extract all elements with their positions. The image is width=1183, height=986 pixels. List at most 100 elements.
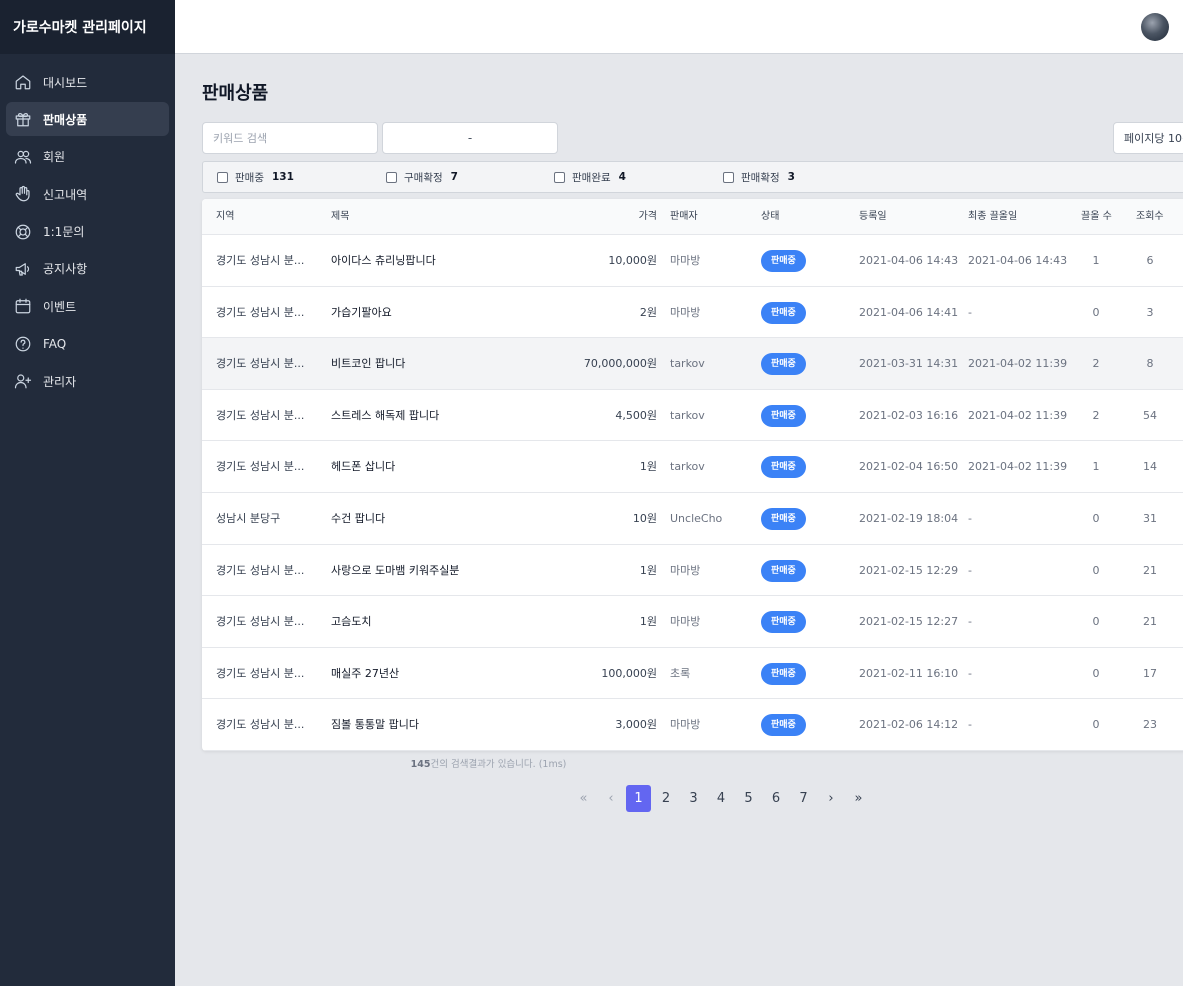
cell-price: 1원 [639, 563, 657, 577]
table-row[interactable]: 경기도 성남시 분... 비트코인 팝니다 70,000,000원 tarkov 판매중… [202, 338, 1183, 390]
cell-price: 10,000원 [608, 254, 657, 267]
prev-page-button[interactable]: ‹ [599, 785, 624, 812]
table-row[interactable]: 경기도 성남시 분... 가습기팔아요 2원 마마방 판매중 2021-04-06 14:… [202, 287, 1183, 339]
result-summary: 145건의 검색결과가 있습니다. (1ms) [202, 756, 775, 770]
cell-views: 31 [1143, 512, 1157, 525]
cell-region: 경기도 성남시 분... [216, 718, 305, 732]
table-header: 지역 제목 가격 판매자 상태 등록일 최종 끌올일 끌올 수 조회수 [202, 199, 1183, 235]
sidebar-item-label: 신고내역 [43, 187, 88, 202]
sidebar-item-inquiry[interactable]: 1:1문의 [6, 215, 169, 249]
column-header-last-bumped[interactable]: 최종 끌올일 [968, 199, 1017, 235]
cell-bump-count: 0 [1092, 512, 1100, 525]
checkbox[interactable] [386, 171, 397, 183]
sidebar-item-reports[interactable]: 신고내역 [6, 177, 169, 211]
date-range-picker[interactable]: - [382, 122, 558, 154]
sidebar-item-label: 이벤트 [43, 299, 77, 314]
table-row[interactable]: 성남시 분당구 수건 팝니다 10원 UncleCho 판매중 2021-02-19 18… [202, 493, 1183, 545]
app-title[interactable]: 가로수마켓 관리페이지 [0, 0, 175, 54]
column-header-seller[interactable]: 판매자 [670, 199, 698, 235]
filter-count: 131 [271, 171, 294, 183]
table-row[interactable]: 경기도 성남시 분... 스트레스 해독제 팝니다 4,500원 tarkov 판매중 2… [202, 390, 1183, 442]
home-icon [14, 73, 32, 91]
sidebar-item-label: 대시보드 [43, 75, 88, 90]
status-badge: 판매중 [761, 714, 806, 737]
sidebar-item-notice[interactable]: 공지사항 [6, 252, 169, 286]
sidebar-item-events[interactable]: 이벤트 [6, 289, 169, 323]
cell-status: 판매중 [761, 699, 806, 750]
cell-price: 70,000,000원 [583, 357, 657, 371]
column-header-status[interactable]: 상태 [761, 199, 779, 235]
checkbox[interactable] [554, 171, 565, 183]
cell-last-bumped: 2021-04-02 11:39 [968, 408, 1068, 422]
megaphone-icon [14, 260, 32, 278]
cell-price: 1원 [639, 460, 657, 474]
next-page-button[interactable]: › [819, 785, 844, 812]
column-header-region[interactable]: 지역 [216, 199, 234, 235]
checkbox[interactable] [723, 171, 734, 183]
cell-bump-count: 1 [1092, 460, 1100, 474]
filter-purchase-confirmed[interactable]: 구매확정 7 [386, 162, 458, 192]
page-button[interactable]: 1 [626, 784, 651, 812]
cell-region: 경기도 성남시 분... [216, 305, 305, 319]
page-title: 판매상품 [202, 83, 269, 104]
cell-status: 판매중 [761, 441, 806, 492]
table-row[interactable]: 경기도 성남시 분... 헤드폰 삽니다 1원 tarkov 판매중 2021-02-04… [202, 441, 1183, 493]
hand-icon [14, 185, 32, 203]
page-button[interactable]: 5 [736, 785, 761, 812]
page-button[interactable]: 4 [709, 785, 734, 812]
page-button[interactable]: 7 [791, 785, 816, 812]
search-input[interactable] [202, 122, 378, 154]
table-row[interactable]: 경기도 성남시 분... 사랑으로 도마뱀 키워주실분 1원 마마방 판매중 2021-0… [202, 545, 1183, 597]
filter-count: 3 [787, 171, 795, 183]
avatar[interactable] [1141, 13, 1169, 41]
column-header-views[interactable]: 조회수 [1136, 199, 1164, 235]
cell-status: 판매중 [761, 287, 806, 338]
page-button[interactable]: 3 [681, 785, 706, 812]
table-row[interactable]: 경기도 성남시 분... 아이다스 츄리닝팝니다 10,000원 마마방 판매중 2021… [202, 235, 1183, 287]
table-row[interactable]: 경기도 성남시 분... 짐볼 통통말 팝니다 3,000원 마마방 판매중 2021-0… [202, 699, 1183, 751]
page-button[interactable]: 2 [654, 785, 679, 812]
column-header-bump-count[interactable]: 끌올 수 [1081, 199, 1112, 235]
topbar [175, 0, 1183, 54]
checkbox[interactable] [217, 171, 228, 183]
cell-registered: 2021-02-11 16:10 [859, 666, 959, 680]
cell-title: 짐볼 통통말 팝니다 [331, 718, 419, 732]
filter-sold[interactable]: 판매완료 4 [554, 162, 626, 192]
sidebar-item-dashboard[interactable]: 대시보드 [6, 65, 169, 99]
sidebar-item-products[interactable]: 판매상품 [6, 102, 169, 137]
users-icon [14, 148, 32, 166]
sidebar-item-faq[interactable]: FAQ [6, 327, 169, 361]
cell-bump-count: 2 [1092, 357, 1100, 371]
sidebar-item-members[interactable]: 회원 [6, 140, 169, 174]
per-page-select[interactable]: 페이지당 10건 [1113, 122, 1183, 154]
cell-title: 스트레스 해독제 팝니다 [331, 408, 440, 422]
filter-sale-confirmed[interactable]: 판매확정 3 [723, 162, 795, 192]
cell-price: 3,000원 [615, 718, 657, 732]
cell-last-bumped: - [968, 512, 972, 525]
sidebar-item-admin[interactable]: 관리자 [6, 364, 169, 398]
cell-seller: UncleCho [670, 512, 723, 525]
cell-views: 3 [1146, 305, 1154, 319]
column-header-registered[interactable]: 등록일 [859, 199, 887, 235]
status-badge: 판매중 [761, 662, 806, 685]
last-page-button[interactable]: » [846, 785, 871, 812]
status-badge: 판매중 [761, 404, 806, 427]
filter-label: 구매확정 [404, 171, 443, 184]
filter-on-sale[interactable]: 판매중 131 [217, 162, 294, 192]
column-header-price[interactable]: 가격 [639, 199, 657, 235]
cell-title: 매실주 27년산 [331, 666, 400, 680]
column-header-title[interactable]: 제목 [331, 199, 349, 235]
cell-last-bumped: - [968, 305, 972, 319]
cell-price: 10원 [632, 512, 657, 525]
page-button[interactable]: 6 [764, 785, 789, 812]
result-text: 건의 검색결과가 있습니다. (1ms) [430, 759, 567, 770]
table-row[interactable]: 경기도 성남시 분... 매실주 27년산 100,000원 초록 판매중 2021-02… [202, 648, 1183, 700]
status-badge: 판매중 [761, 559, 806, 582]
first-page-button[interactable]: « [571, 785, 596, 812]
table-row[interactable]: 경기도 성남시 분... 고슴도치 1원 마마방 판매중 2021-02-15 12:27… [202, 596, 1183, 648]
user-plus-icon [14, 372, 32, 390]
pagination: « ‹ 1234567 › » [571, 784, 874, 812]
cell-views: 17 [1143, 666, 1157, 680]
cell-views: 54 [1143, 408, 1157, 422]
cell-registered: 2021-03-31 14:31 [859, 357, 959, 371]
